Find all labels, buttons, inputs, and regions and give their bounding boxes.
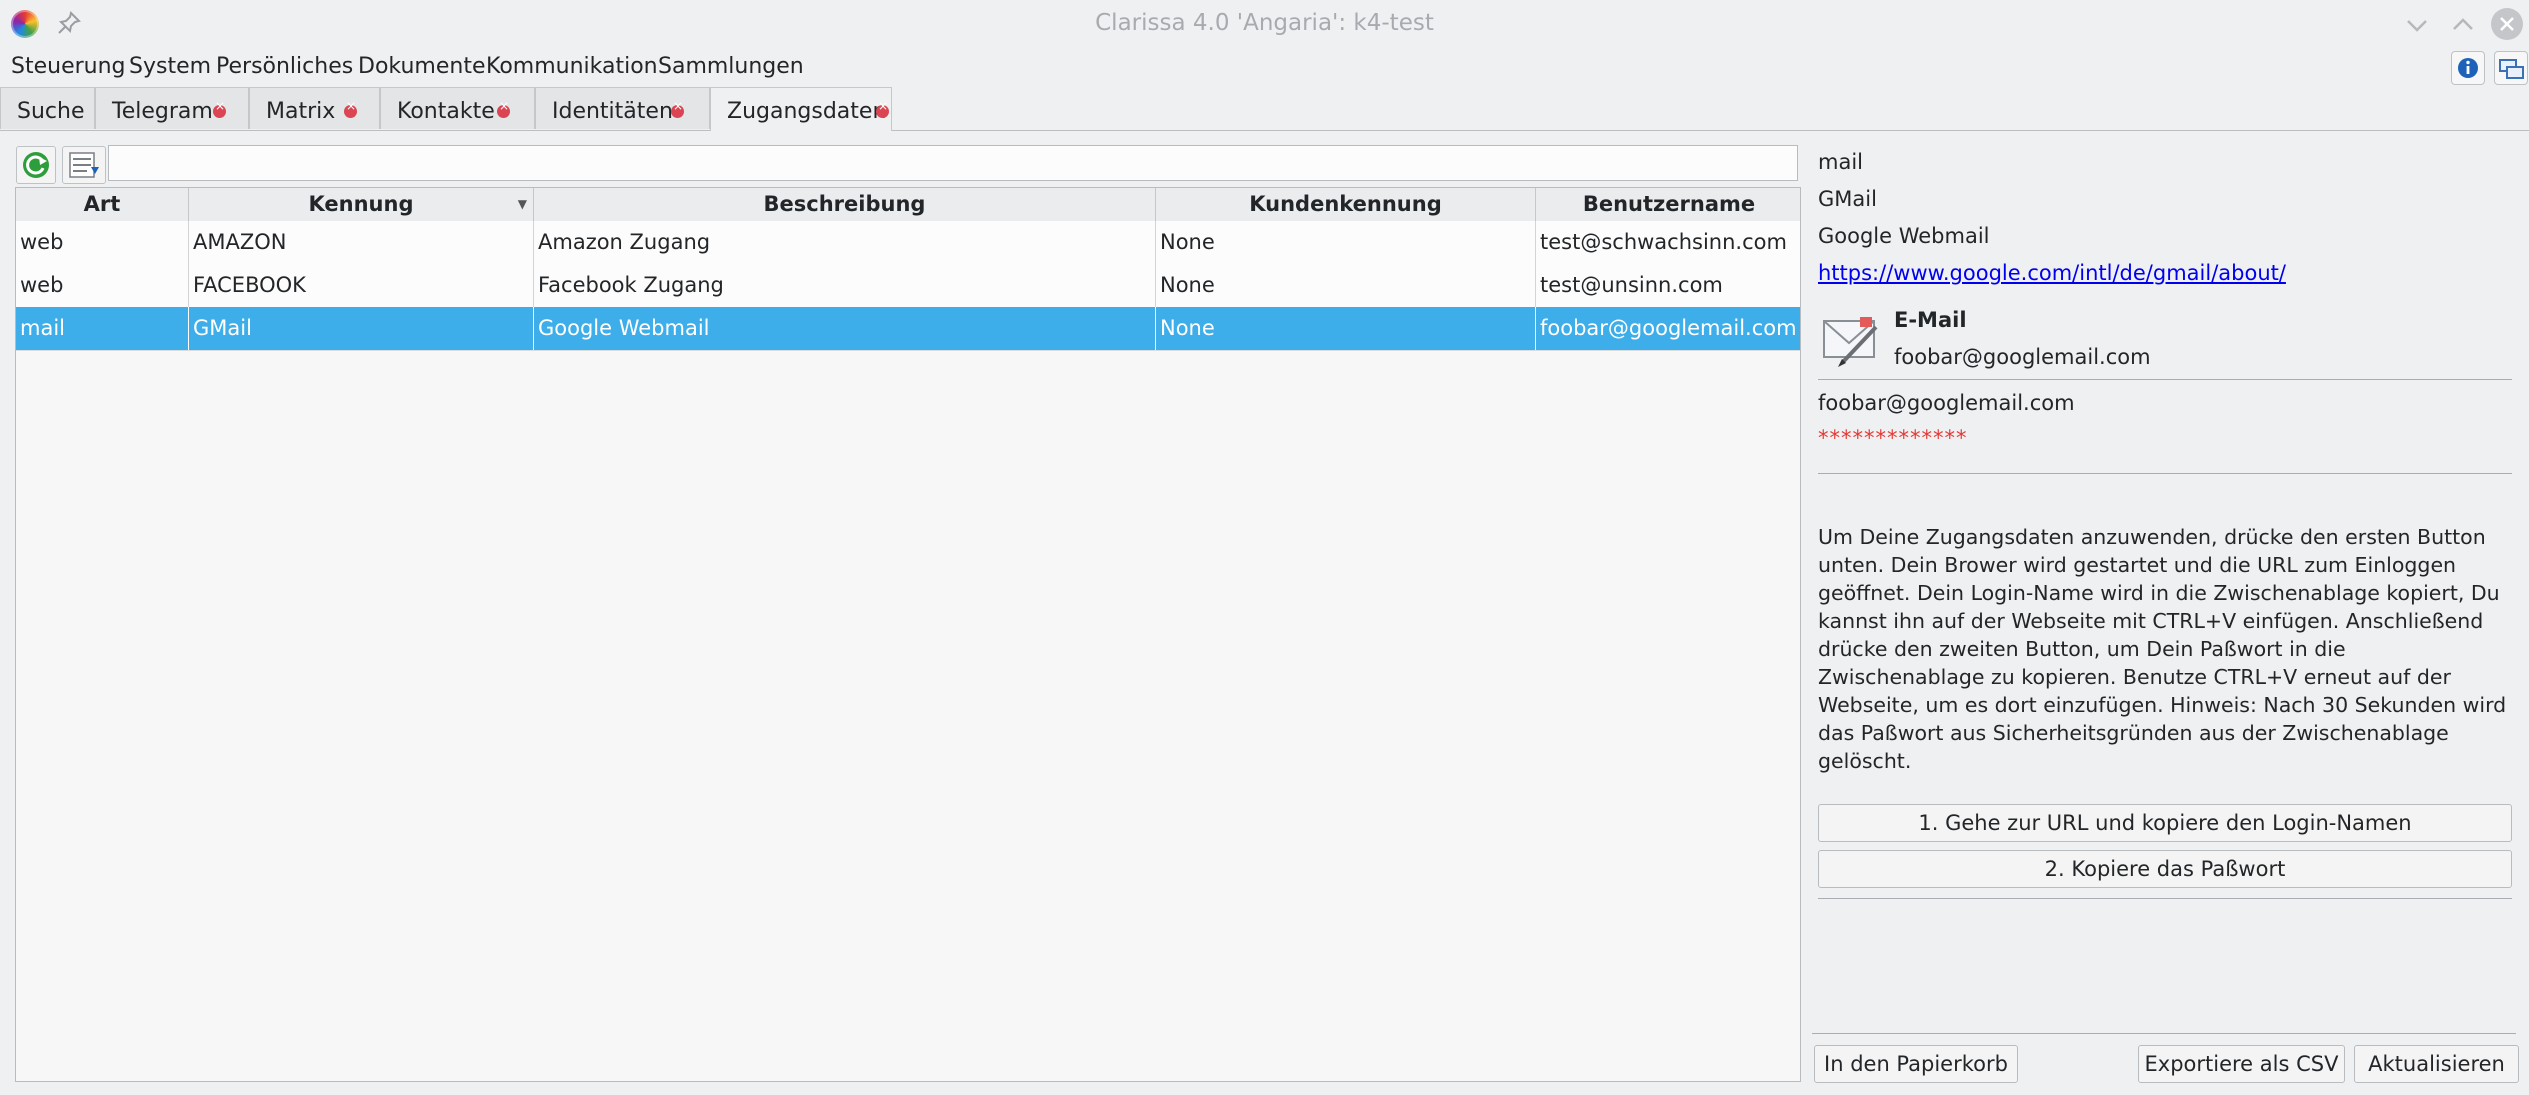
refresh-footer-button[interactable]: Aktualisieren [2354,1045,2519,1083]
column-header-kundenkennung[interactable]: Kundenkennung [1156,188,1536,221]
tab-bar: Suche Telegram Matrix Kontakte Identität… [0,84,2529,131]
copy-password-button[interactable]: 2. Kopiere das Paßwort [1818,850,2512,888]
columns-config-button[interactable] [62,146,106,184]
column-header-kennung[interactable]: Kennung ▼ [189,188,534,221]
divider [1812,1033,2516,1034]
detail-name: GMail [1818,187,1877,211]
close-window-icon[interactable] [2491,8,2523,40]
identity-title: E-Mail [1894,308,1967,332]
tab-label: Identitäten [552,99,673,124]
cell-kundenkennung: None [1156,307,1536,350]
email-envelope-icon [1820,309,1882,371]
instructions-text: Um Deine Zugangsdaten anzuwenden, drücke… [1818,525,2507,773]
identity-value: foobar@googlemail.com [1894,345,2151,369]
detail-url-link[interactable]: https://www.google.com/intl/de/gmail/abo… [1818,261,2286,285]
menu-kommunikation[interactable]: Kommunikation [486,54,658,79]
tab-telegram[interactable]: Telegram [95,87,249,129]
tab-close-icon[interactable] [497,99,510,118]
cell-kundenkennung: None [1156,221,1536,264]
tab-identitaeten[interactable]: Identitäten [535,87,710,129]
tab-kontakte[interactable]: Kontakte [380,87,535,129]
cell-art: mail [16,307,189,350]
minimize-icon[interactable] [2402,10,2432,40]
divider [1818,473,2512,474]
column-header-benutzername[interactable]: Benutzername [1536,188,1802,221]
cell-benutzername: test@unsinn.com [1540,273,1723,297]
cell-benutzername: foobar@googlemail.com [1540,316,1797,340]
table-row-selected[interactable]: mail GMail Google Webmail None foobar@go… [16,307,1800,351]
detail-description: Google Webmail [1818,224,1990,248]
table-row[interactable]: web AMAZON Amazon Zugang None test@schwa… [16,221,1800,265]
network-icon[interactable] [2494,51,2528,85]
table-row[interactable]: web FACEBOOK Facebook Zugang None test@u… [16,264,1800,308]
menu-steuerung[interactable]: Steuerung [11,54,126,79]
menu-dokumente[interactable]: Dokumente [358,54,485,79]
divider [1818,898,2512,899]
cell-kennung: FACEBOOK [189,264,534,307]
cell-kennung: GMail [189,307,534,350]
window-title: Clarissa 4.0 'Angaria': k4-test [1095,10,1434,36]
maximize-icon[interactable] [2448,10,2478,40]
filter-input[interactable] [108,145,1798,181]
export-csv-button[interactable]: Exportiere als CSV [2138,1045,2345,1083]
tab-suche[interactable]: Suche [0,87,95,129]
tab-label: Zugangsdaten [727,99,887,124]
tab-matrix[interactable]: Matrix [249,87,380,129]
tab-zugangsdaten[interactable]: Zugangsdaten [710,87,892,131]
menu-bar: Steuerung System Persönliches Dokumente … [0,50,2529,84]
sort-descending-icon: ▼ [517,197,527,211]
tab-label: Suche [17,99,85,124]
cell-kennung: AMAZON [189,221,534,264]
table-header: Art Kennung ▼ Beschreibung Kundenkennung … [16,188,1800,222]
login-name: foobar@googlemail.com [1818,391,2075,415]
menu-sammlungen[interactable]: Sammlungen [658,54,804,79]
cell-art: web [16,221,189,264]
tab-close-icon[interactable] [876,99,889,118]
cell-benutzername: test@schwachsinn.com [1540,230,1787,254]
tab-label: Telegram [112,99,213,124]
column-header-art[interactable]: Art [16,188,189,221]
goto-url-copy-login-button[interactable]: 1. Gehe zur URL und kopiere den Login-Na… [1818,804,2512,842]
cell-beschreibung: Facebook Zugang [534,264,1156,307]
tab-label: Matrix [266,99,336,124]
password-mask: ************* [1818,426,1968,450]
menu-persoenliches[interactable]: Persönliches [216,54,353,79]
info-icon[interactable] [2451,51,2485,85]
refresh-button[interactable] [16,146,56,184]
cell-beschreibung: Google Webmail [534,307,1156,350]
detail-type: mail [1818,150,1863,174]
tab-close-icon[interactable] [213,99,226,118]
divider [1818,379,2512,380]
cell-beschreibung: Amazon Zugang [534,221,1156,264]
column-header-beschreibung[interactable]: Beschreibung [534,188,1156,221]
credentials-table: Art Kennung ▼ Beschreibung Kundenkennung … [15,187,1801,1082]
title-bar: Clarissa 4.0 'Angaria': k4-test [0,0,2529,48]
tab-close-icon[interactable] [671,99,684,118]
trash-button[interactable]: In den Papierkorb [1814,1045,2018,1083]
menu-system[interactable]: System [129,54,211,79]
cell-art: web [16,264,189,307]
cell-kundenkennung: None [1156,264,1536,307]
tab-label: Kontakte [397,99,495,124]
tab-close-icon[interactable] [344,99,357,118]
column-header-label: Kennung [308,192,414,216]
